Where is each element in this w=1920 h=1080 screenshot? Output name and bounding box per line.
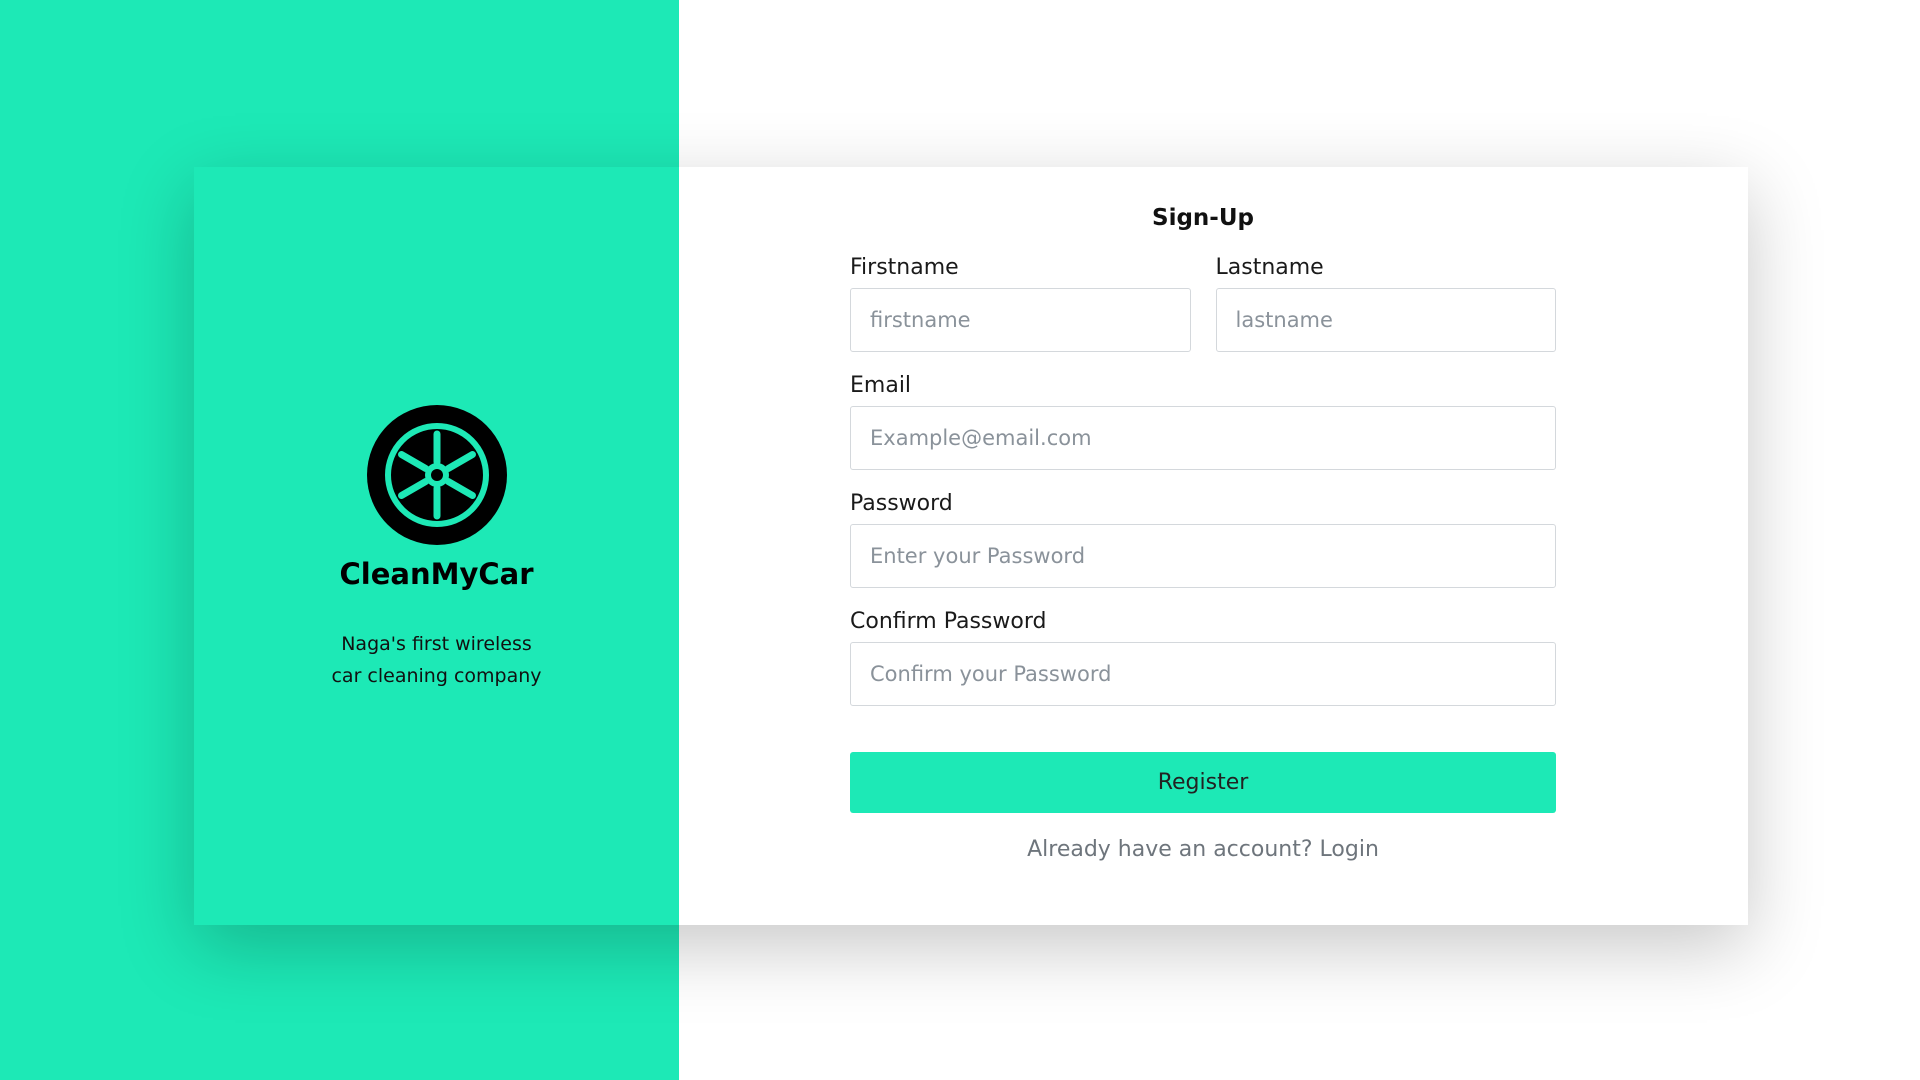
email-input[interactable] bbox=[850, 406, 1556, 470]
form-panel: Sign-Up Firstname Lastname Email Passwor… bbox=[679, 167, 1748, 925]
login-prompt: Already have an account? Login bbox=[850, 837, 1556, 862]
signup-page: CleanMyCar Naga's first wireless car cle… bbox=[0, 0, 1920, 1080]
brand-panel: CleanMyCar Naga's first wireless car cle… bbox=[194, 167, 679, 925]
login-prompt-text: Already have an account? bbox=[1027, 837, 1313, 862]
signup-card: CleanMyCar Naga's first wireless car cle… bbox=[194, 167, 1748, 925]
wheel-icon bbox=[366, 405, 507, 545]
lastname-input[interactable] bbox=[1215, 288, 1556, 352]
register-button[interactable]: Register bbox=[850, 752, 1556, 813]
login-link[interactable]: Login bbox=[1320, 837, 1379, 862]
tagline-line-1: Naga's first wireless bbox=[341, 633, 532, 655]
tagline-line-2: car cleaning company bbox=[331, 665, 542, 687]
brand-name: CleanMyCar bbox=[339, 557, 534, 591]
lastname-label: Lastname bbox=[1215, 255, 1324, 280]
signup-form: Sign-Up Firstname Lastname Email Passwor… bbox=[850, 205, 1556, 862]
email-label: Email bbox=[850, 373, 912, 398]
firstname-input[interactable] bbox=[850, 288, 1191, 352]
lastname-group: Lastname bbox=[1215, 255, 1556, 373]
confirm-password-label: Confirm Password bbox=[850, 609, 1047, 634]
firstname-group: Firstname bbox=[850, 255, 1191, 373]
password-label: Password bbox=[850, 491, 953, 516]
password-input[interactable] bbox=[850, 524, 1556, 588]
name-row: Firstname Lastname bbox=[850, 255, 1556, 373]
confirm-password-input[interactable] bbox=[850, 642, 1556, 706]
logo bbox=[194, 405, 679, 545]
brand-tagline: Naga's first wireless car cleaning compa… bbox=[314, 628, 559, 692]
form-title: Sign-Up bbox=[1152, 205, 1254, 231]
firstname-label: Firstname bbox=[850, 255, 959, 280]
